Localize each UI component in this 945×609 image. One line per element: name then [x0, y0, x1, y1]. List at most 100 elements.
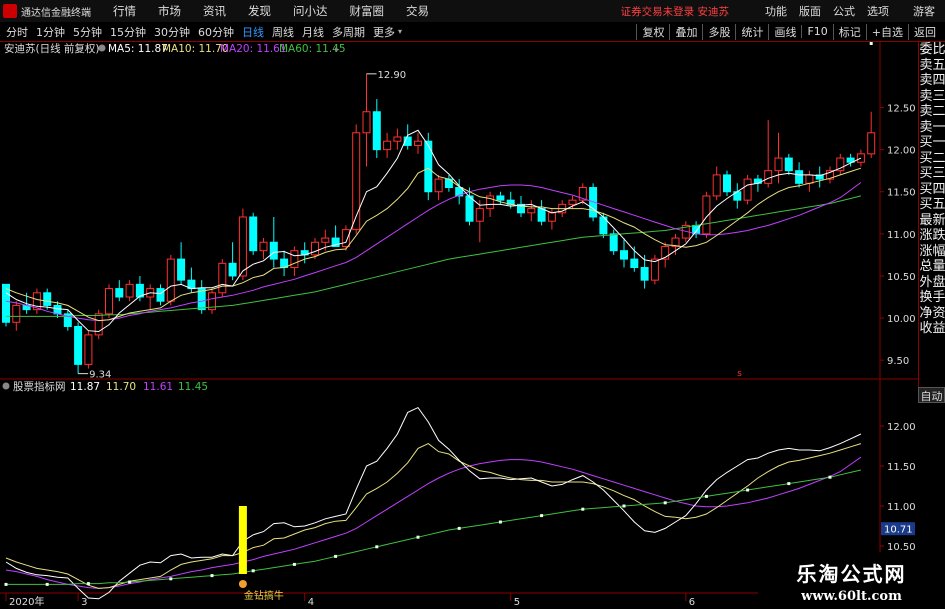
login-warning[interactable]: 证券交易未登录 安迪苏	[621, 4, 729, 19]
stock-chart[interactable]: 9.50 10.00 10.50 11.00 11.50 12.00 12.50 12.90 9…	[0, 42, 918, 609]
candle-body	[414, 140, 422, 146]
side-item[interactable]: 涨幅	[919, 244, 945, 260]
ma5-line	[5, 129, 862, 333]
candle-body	[547, 212, 556, 222]
period-multi[interactable]: 多周期	[332, 24, 365, 40]
legend-more-icon[interactable]: ▸	[335, 45, 340, 55]
side-item[interactable]: 涨跌	[919, 228, 945, 244]
xtick-label: 3	[81, 597, 87, 608]
annotation-label: 9.34	[89, 370, 111, 381]
candle-body	[434, 178, 443, 193]
sub-legend-2: 11.70	[106, 381, 136, 393]
menu-news[interactable]: 资讯	[203, 3, 226, 19]
side-item[interactable]: 买一	[919, 135, 945, 151]
candle-body	[249, 216, 258, 252]
xtick-label: 6	[689, 597, 695, 608]
sub-settings-gear-icon[interactable]	[2, 382, 10, 390]
side-item[interactable]: 买四	[919, 182, 945, 198]
candle-body	[383, 140, 392, 151]
period-60min[interactable]: 60分钟	[198, 24, 234, 40]
sub-legend-3: 11.61	[143, 381, 173, 393]
period-weekly[interactable]: 周线	[272, 24, 294, 40]
main-ytick-label: 12.00	[887, 146, 916, 157]
tool-add-watchlist[interactable]: +自选	[865, 23, 908, 40]
tool-statistics[interactable]: 统计	[735, 23, 768, 40]
sub-line-4	[6, 469, 862, 585]
main-ytick-label: 11.50	[887, 188, 916, 199]
side-item[interactable]: 外盘	[919, 275, 945, 291]
guest-label[interactable]: 游客	[913, 3, 935, 19]
period-30min[interactable]: 30分钟	[154, 24, 190, 40]
side-item[interactable]: 买五	[919, 197, 945, 213]
current-value-label: 10.71	[884, 525, 913, 536]
legend-ma20: MA20: 11.61	[220, 43, 287, 55]
menu-ask[interactable]: 问小达	[293, 3, 328, 19]
period-5min[interactable]: 5分钟	[73, 24, 102, 40]
menu-layout[interactable]: 版面	[799, 3, 821, 19]
sub-legend-1: 11.87	[70, 381, 100, 393]
candle-body	[166, 258, 175, 302]
candle-body	[311, 241, 319, 256]
sub-dot	[169, 577, 173, 581]
sub-dot	[828, 475, 832, 479]
side-item[interactable]: 买二	[919, 151, 945, 167]
more-dropdown-icon[interactable]: ▾	[398, 27, 402, 36]
candle-body	[650, 258, 659, 281]
sub-dot	[540, 514, 544, 518]
side-item[interactable]: 换手	[919, 290, 945, 306]
side-item[interactable]: 卖二	[919, 104, 945, 120]
period-15min[interactable]: 15分钟	[110, 24, 146, 40]
candle-body	[372, 111, 381, 151]
side-item[interactable]: 卖三	[919, 89, 945, 105]
side-item[interactable]: 卖四	[919, 73, 945, 89]
menu-discover[interactable]: 发现	[248, 3, 271, 19]
main-ytick-label: 11.00	[887, 230, 916, 241]
menu-functions[interactable]: 功能	[765, 3, 787, 19]
auto-button[interactable]: 自动	[918, 387, 945, 403]
side-item[interactable]: 收益	[919, 321, 945, 337]
menu-wealth-circle[interactable]: 财富圈	[350, 3, 385, 19]
tool-multi-stock[interactable]: 多股	[702, 23, 735, 40]
side-item[interactable]: 总量	[919, 259, 945, 275]
tool-overlay[interactable]: 叠加	[669, 23, 702, 40]
period-daily[interactable]: 日线	[242, 24, 264, 40]
period-intraday[interactable]: 分时	[6, 24, 28, 40]
candle-body	[115, 288, 124, 298]
sub-dot	[498, 520, 502, 524]
tool-draw-line[interactable]: 画线	[768, 23, 801, 40]
side-item[interactable]: 委比	[919, 42, 945, 58]
side-item[interactable]: 买三	[919, 166, 945, 182]
main-ytick-label: 10.00	[887, 314, 916, 325]
side-item[interactable]: 卖一	[919, 120, 945, 136]
sub-dot	[869, 42, 873, 45]
menu-options[interactable]: 选项	[867, 3, 889, 19]
chart-marker: s	[737, 369, 742, 379]
candle-body	[269, 241, 278, 260]
sub-line-2	[5, 443, 862, 589]
period-1min[interactable]: 1分钟	[36, 24, 65, 40]
sub-dot	[787, 482, 791, 486]
menu-trade[interactable]: 交易	[406, 3, 429, 19]
indicator-pane: 10.00 10.50 11.00 11.50 12.00 10.71 金钻搞牛 2020年 3…	[0, 42, 918, 608]
menu-market[interactable]: 市场	[158, 3, 181, 19]
period-monthly[interactable]: 月线	[302, 24, 324, 40]
tool-mark[interactable]: 标记	[832, 23, 866, 40]
main-ytick-label: 10.50	[887, 272, 916, 283]
side-item[interactable]: 净资	[919, 306, 945, 322]
sub-dot	[45, 582, 49, 586]
side-item[interactable]: 最新	[919, 213, 945, 229]
settings-gear-icon[interactable]	[98, 44, 106, 52]
menu-formula[interactable]: 公式	[833, 3, 855, 19]
period-more[interactable]: 更多	[373, 24, 395, 40]
menu-market-quotes[interactable]: 行情	[113, 3, 136, 19]
candle-body	[475, 208, 484, 222]
tool-adjust[interactable]: 复权	[636, 23, 669, 40]
ma20-line	[5, 182, 862, 322]
side-item[interactable]: 卖五	[919, 58, 945, 74]
sub-dot	[128, 580, 132, 584]
tool-back[interactable]: 返回	[908, 23, 941, 40]
sub-dot	[663, 501, 667, 505]
tool-f10[interactable]: F10	[801, 25, 832, 38]
candle-body	[218, 262, 227, 294]
candle-body	[774, 157, 783, 172]
